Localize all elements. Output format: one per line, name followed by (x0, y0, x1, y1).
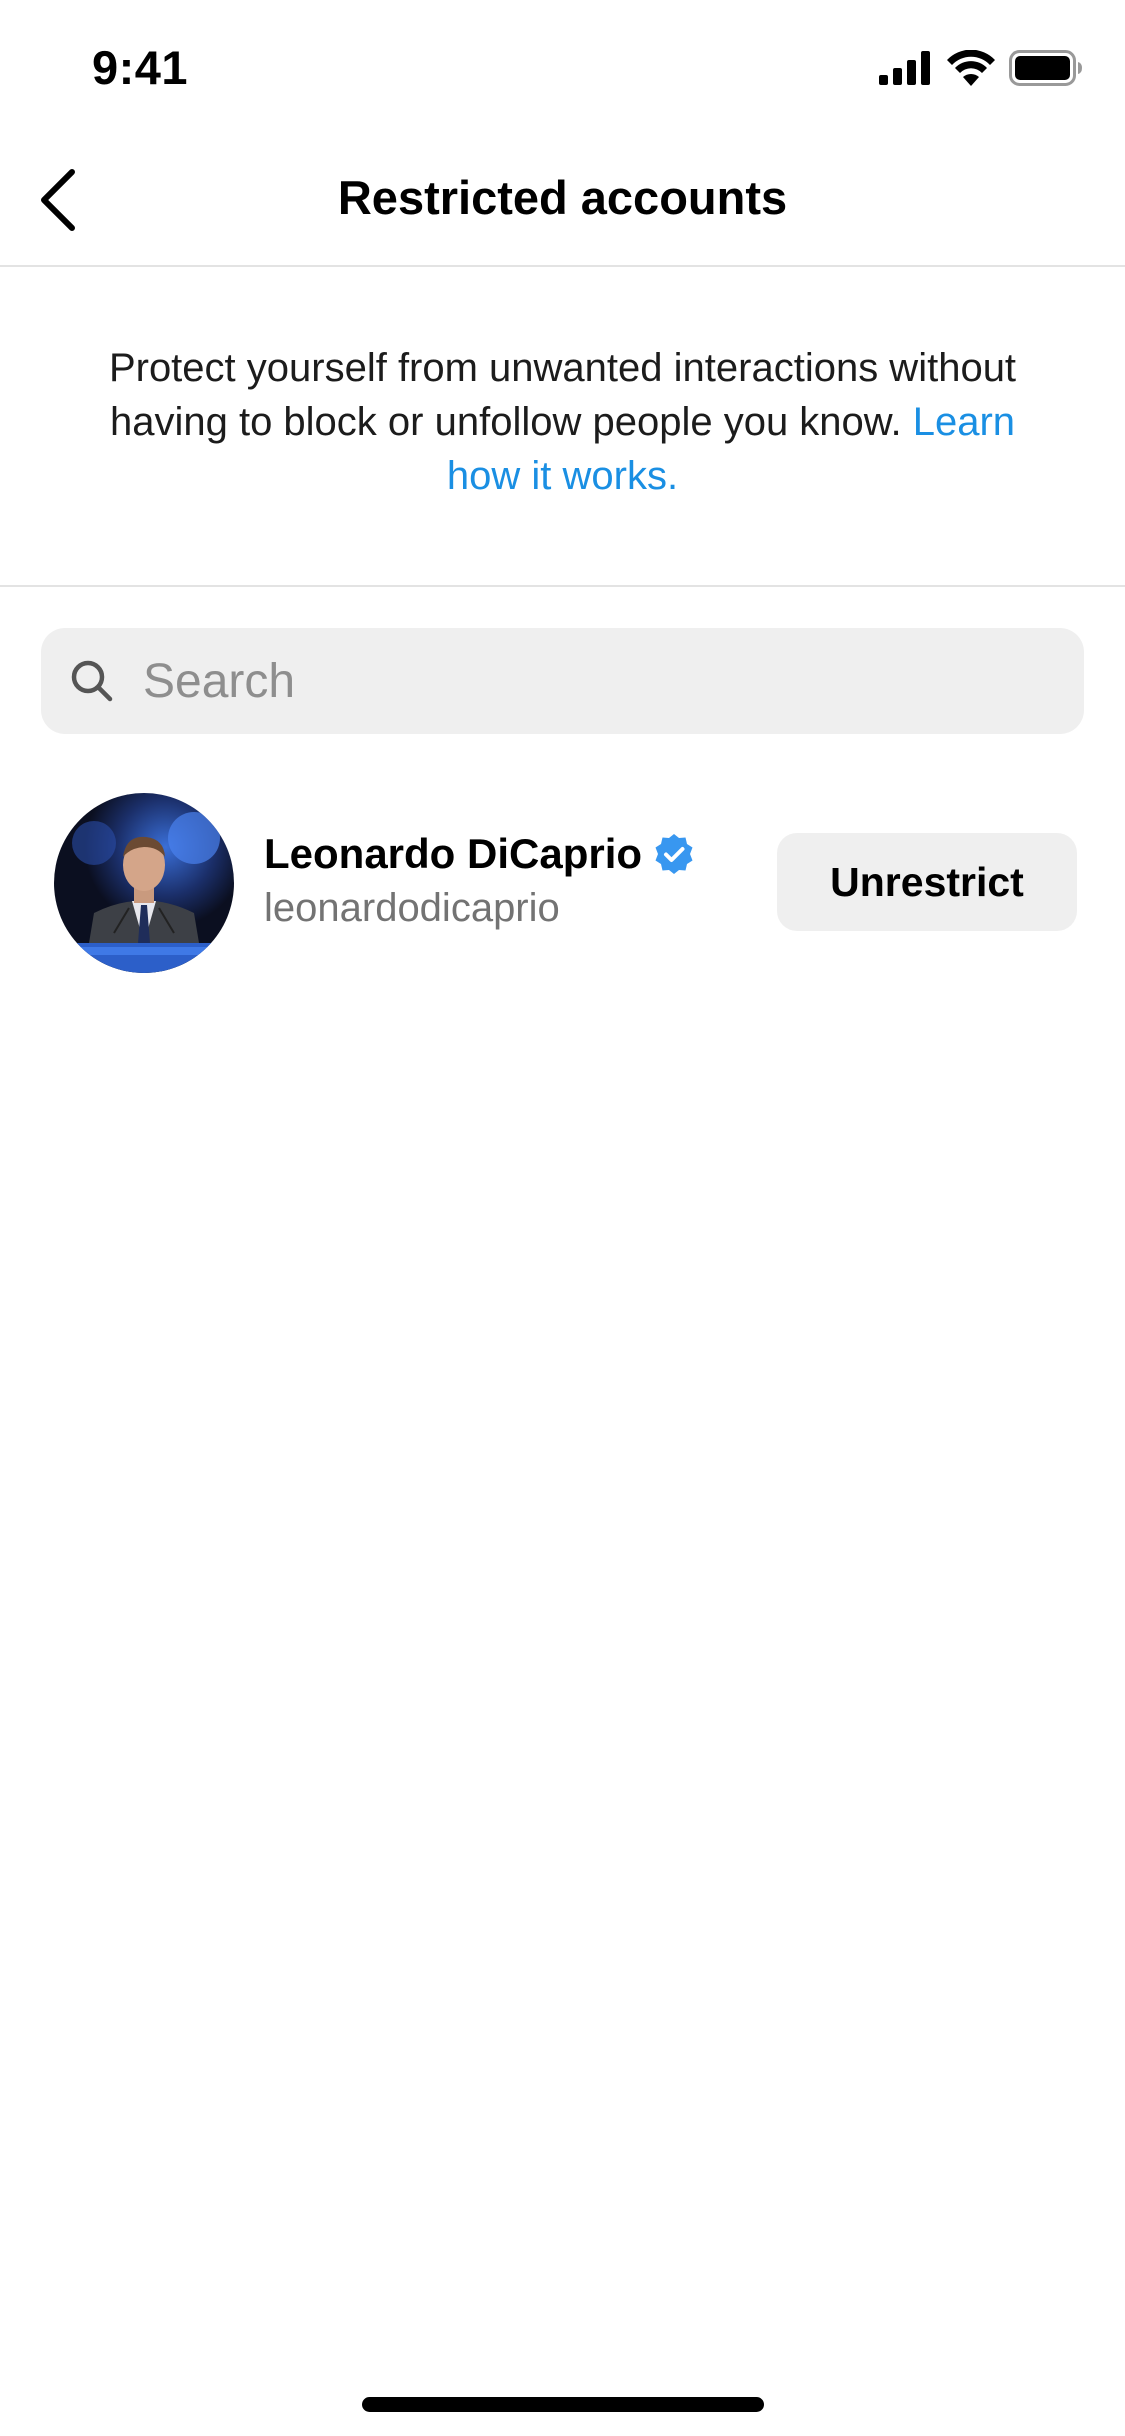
cellular-signal-icon (879, 50, 933, 90)
search-input[interactable] (141, 640, 1084, 722)
search-bar[interactable] (41, 628, 1084, 734)
status-bar: 9:41 (0, 0, 1125, 140)
account-row[interactable]: Leonardo DiCaprio leonardodicaprio Unres… (0, 790, 1125, 975)
name-line: Leonardo DiCaprio (264, 826, 696, 882)
page-title: Restricted accounts (337, 171, 788, 224)
unrestrict-button[interactable]: Unrestrict (777, 833, 1077, 931)
display-name: Leonardo DiCaprio (264, 830, 643, 877)
battery-icon (1009, 49, 1083, 91)
description-section: Protect yourself from unwanted interacti… (0, 267, 1125, 587)
search-icon (69, 658, 115, 704)
verified-badge-icon (652, 832, 696, 876)
wifi-icon (947, 49, 995, 91)
home-indicator (362, 2397, 764, 2412)
username: leonardodicaprio (264, 886, 560, 930)
status-time: 9:41 (92, 41, 189, 94)
account-info[interactable]: Leonardo DiCaprio leonardodicaprio (264, 826, 696, 931)
status-icons (879, 49, 1083, 91)
nav-header: Restricted accounts (0, 140, 1125, 267)
avatar[interactable] (54, 793, 234, 973)
description-text: Protect yourself from unwanted interacti… (90, 341, 1035, 503)
description-body: Protect yourself from unwanted interacti… (108, 346, 1017, 444)
